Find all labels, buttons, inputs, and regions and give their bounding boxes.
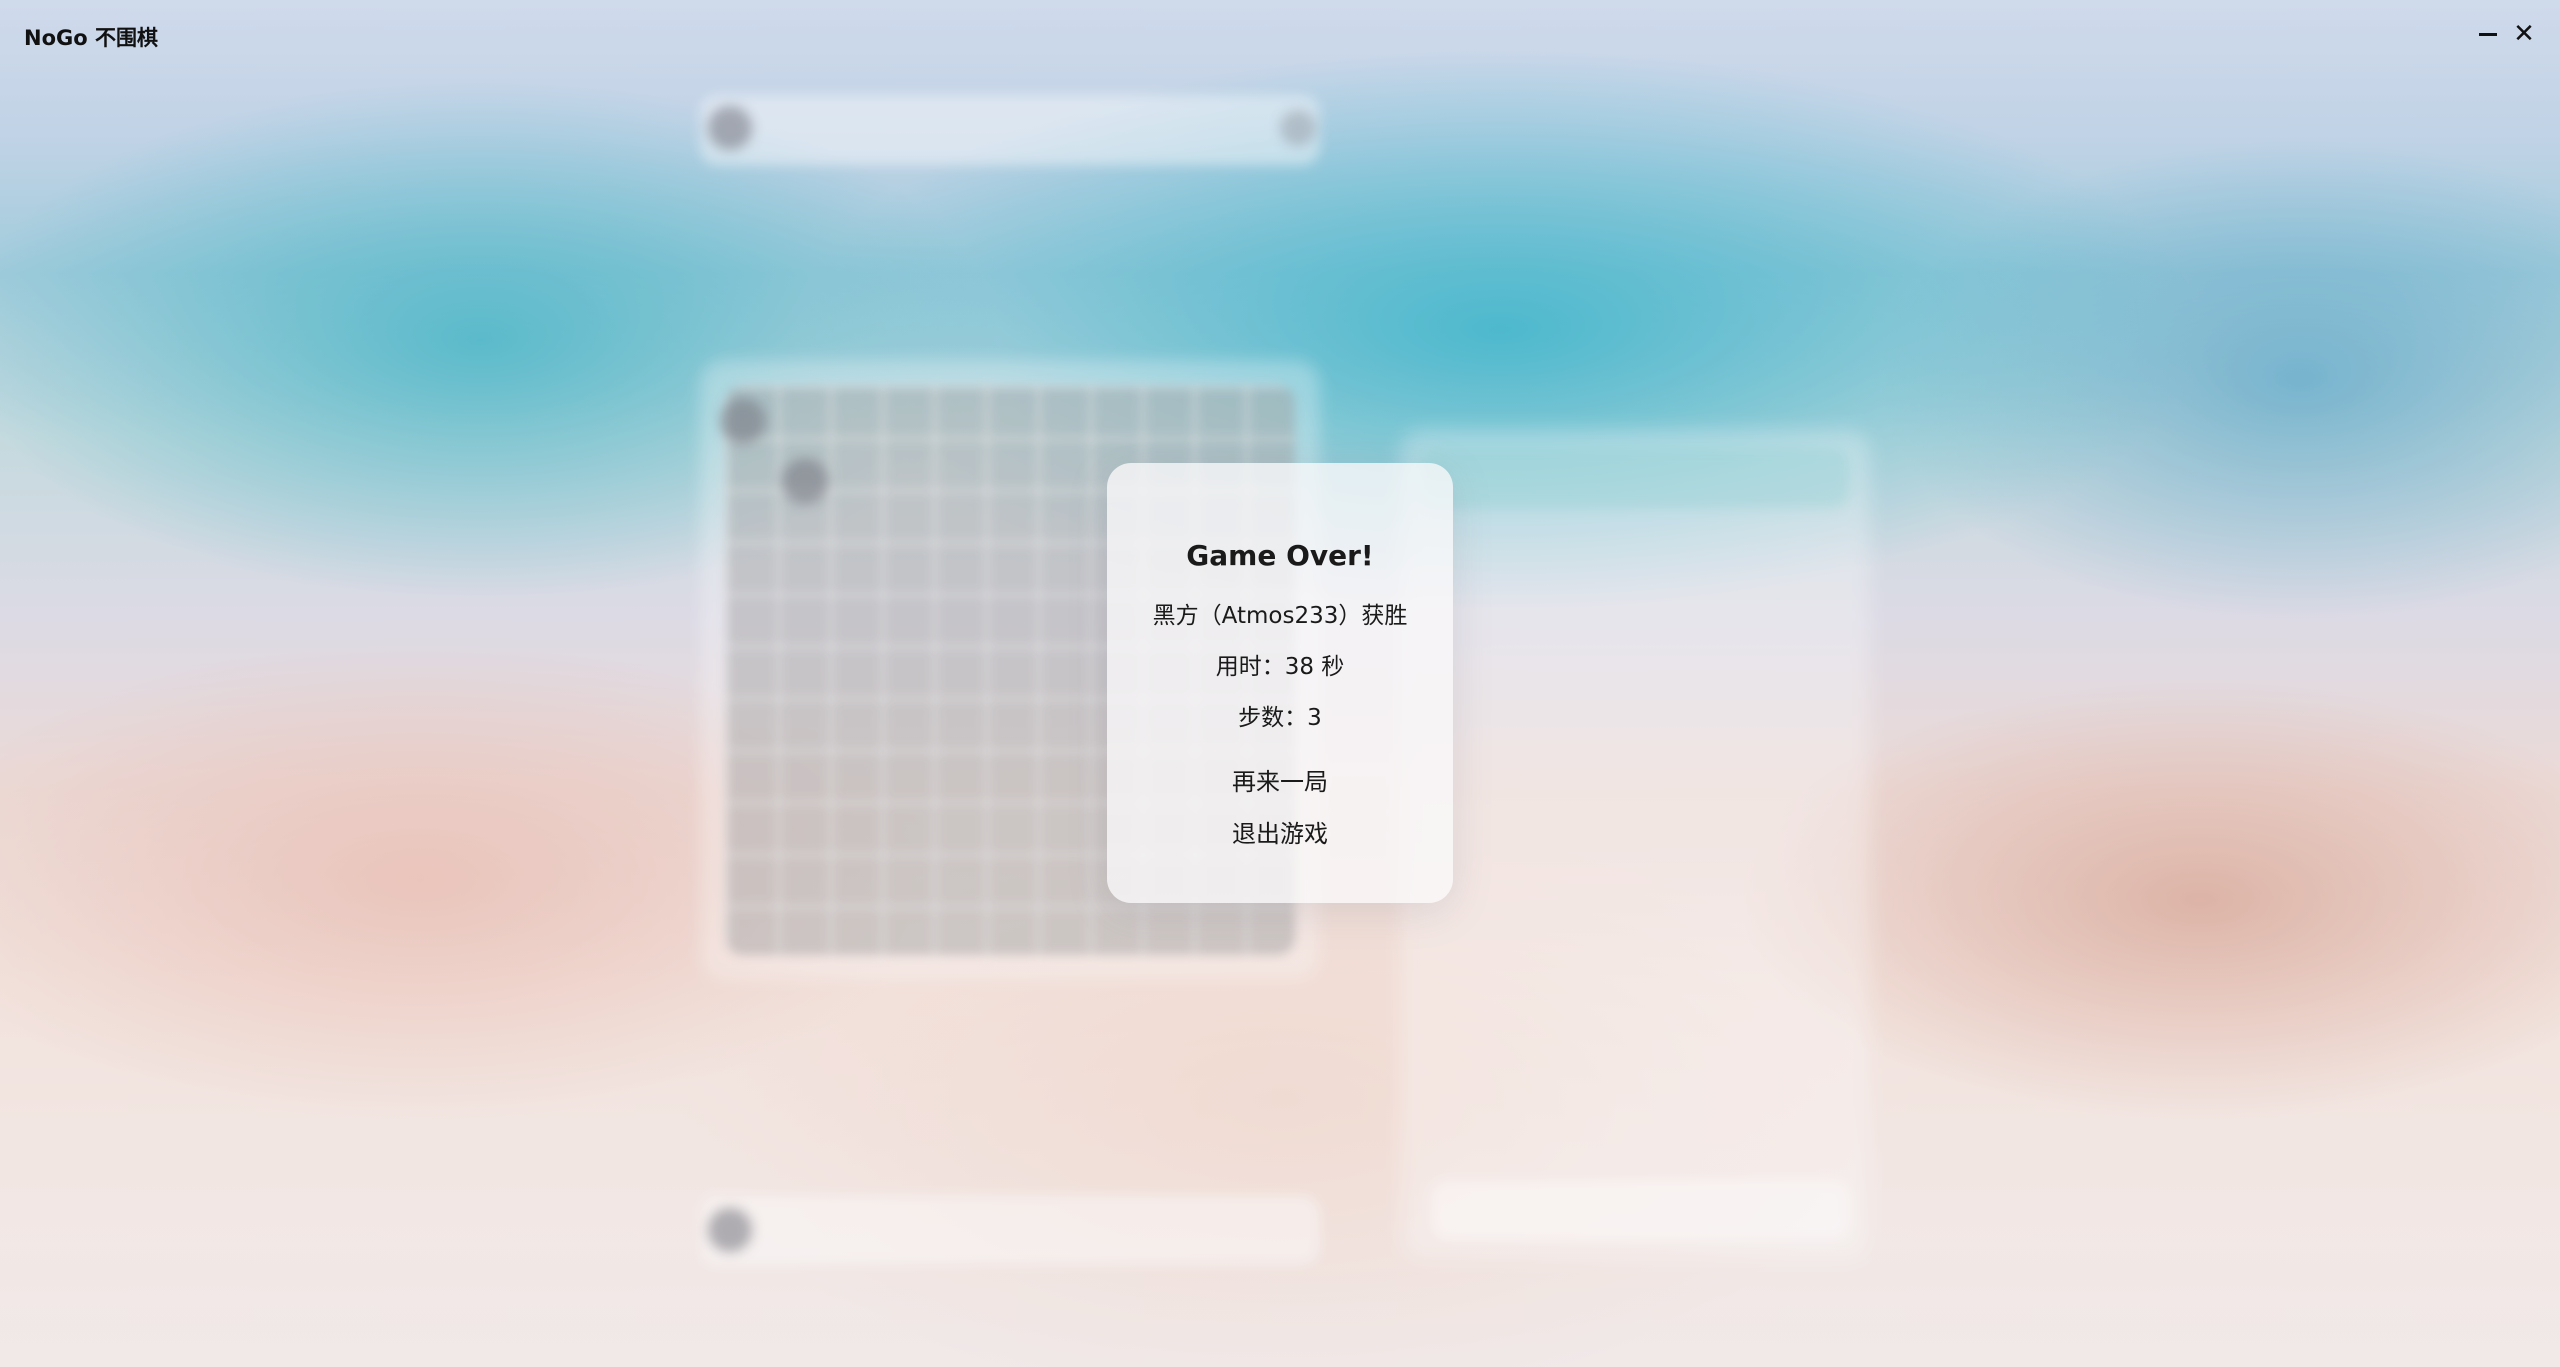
- winner-text: 黑方（Atmos233）获胜: [1152, 603, 1408, 629]
- dialog-title: Game Over!: [1186, 539, 1374, 572]
- minimize-button[interactable]: [2470, 16, 2506, 52]
- close-icon: ✕: [2513, 19, 2535, 49]
- time-used-text: 用时：38 秒: [1215, 654, 1345, 680]
- title-bar: NoGo 不围棋 ✕: [0, 0, 2560, 72]
- app-title: NoGo 不围棋: [24, 26, 158, 50]
- quit-game-button[interactable]: 退出游戏: [1218, 810, 1342, 853]
- app-window: NoGo 不围棋 ✕ Game Over! 黑方（Atmos233）获胜 用时：…: [0, 0, 2560, 1367]
- minimize-icon: [2479, 32, 2497, 36]
- game-over-dialog: Game Over! 黑方（Atmos233）获胜 用时：38 秒 步数：3 再…: [1107, 463, 1453, 903]
- play-again-button[interactable]: 再来一局: [1218, 758, 1342, 801]
- close-button[interactable]: ✕: [2506, 16, 2542, 52]
- step-count-text: 步数：3: [1238, 705, 1322, 731]
